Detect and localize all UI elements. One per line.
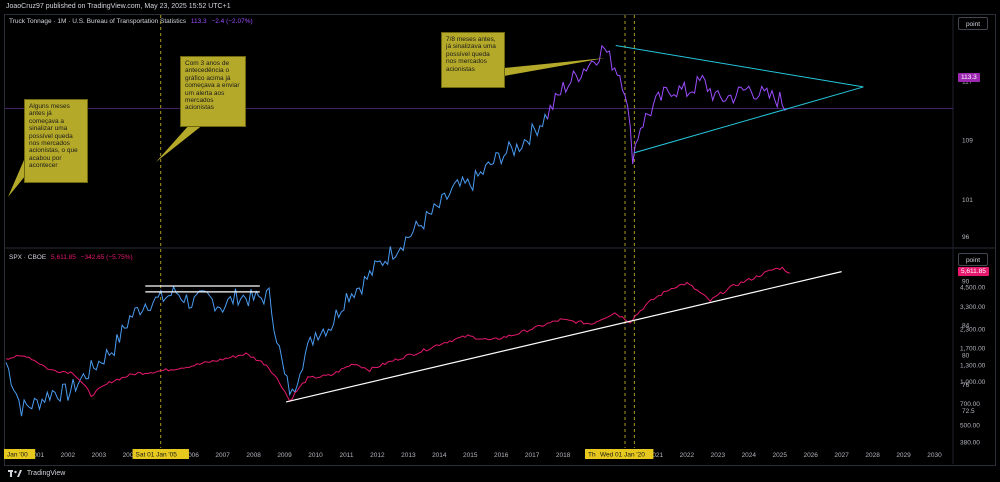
x-axis-label-2028: 2028 xyxy=(865,452,880,459)
x-axis-label-2018: 2018 xyxy=(556,452,571,459)
spx-y-tick-8: 380.00 xyxy=(960,440,980,447)
spx-y-tick-7: 500.00 xyxy=(960,422,980,429)
x-axis-label-2023: 2023 xyxy=(711,452,726,459)
annotation-note-2005[interactable]: Com 3 anos de antecedência o gráfico aci… xyxy=(180,56,246,127)
spx-y-tick-5: 1,000.00 xyxy=(960,379,986,386)
x-axis-label-2029: 2029 xyxy=(896,452,911,459)
x-axis-event-label-text-2: Th xyxy=(588,452,596,459)
annotation-note-2000[interactable]: Alguns meses antes já começava a sinaliz… xyxy=(24,99,88,183)
truck-y-tick-3: 101 xyxy=(962,197,973,204)
tradingview-brand: TradingView xyxy=(26,470,66,477)
spx-change: −342.65 (−5.75%) xyxy=(80,254,133,261)
x-axis-label-2013: 2013 xyxy=(401,452,416,459)
annotation-note-2020[interactable]: 7/8 meses antes, já sinalizava uma possí… xyxy=(441,32,505,88)
spx-price-tag: 5,611.85 xyxy=(958,267,989,276)
x-axis-label-2009: 2009 xyxy=(277,452,292,459)
spx-y-tick-1: 3,300.00 xyxy=(960,304,986,311)
annotation-pointer-2020 xyxy=(504,58,605,76)
truck-tonnage-title: Truck Tonnage · 1M · U.S. Bureau of Tran… xyxy=(9,18,187,25)
x-axis-event-label-3: Wed 01 Jan '20 xyxy=(597,449,654,459)
spx-legend[interactable]: SPX · CBOE 5,611.85 −342.65 (−5.75%) xyxy=(9,253,133,262)
x-axis-label-2010: 2010 xyxy=(308,452,323,459)
x-axis-event-label-text-1: Sat 01 Jan '05 xyxy=(136,452,178,459)
triangle-lower-line xyxy=(634,86,864,154)
x-axis-label-2024: 2024 xyxy=(742,452,757,459)
spx-title: SPX · CBOE xyxy=(9,254,47,261)
truck-tonnage-change: −2.4 (−2.07%) xyxy=(211,18,253,25)
truck-tonnage-legend[interactable]: Truck Tonnage · 1M · U.S. Bureau of Tran… xyxy=(9,17,253,26)
tradingview-logo-icon xyxy=(8,469,22,477)
spx-support-line xyxy=(285,271,842,403)
truck-y-tick-4: 96 xyxy=(962,234,970,241)
truck-price-tag: 113.3 xyxy=(958,73,980,82)
x-axis-event-label-text-3: Wed 01 Jan '20 xyxy=(600,452,645,459)
truck-tonnage-series-line-recent xyxy=(547,44,788,165)
x-axis-label-2002: 2002 xyxy=(61,452,76,459)
spx-scale-point-button[interactable]: point xyxy=(958,253,988,266)
truck-scale-point-button[interactable]: point xyxy=(958,17,988,30)
x-axis-label-2008: 2008 xyxy=(246,452,261,459)
x-axis-label-2026: 2026 xyxy=(803,452,818,459)
truck-y-tick-9: 72.5 xyxy=(962,408,975,415)
x-axis-label-2030: 2030 xyxy=(927,452,942,459)
x-axis-label-2027: 2027 xyxy=(834,452,849,459)
spx-y-tick-2: 2,300.00 xyxy=(960,327,986,334)
x-axis-label-2022: 2022 xyxy=(680,452,695,459)
x-axis-label-2003: 2003 xyxy=(92,452,107,459)
x-axis-label-2015: 2015 xyxy=(463,452,478,459)
x-axis-label-2007: 2007 xyxy=(215,452,230,459)
x-axis-label-2011: 2011 xyxy=(339,452,353,459)
triangle-upper-line xyxy=(615,44,864,88)
spx-y-tick-3: 1,700.00 xyxy=(960,346,986,353)
x-axis-event-label-2: Th xyxy=(585,449,599,459)
x-axis-label-2025: 2025 xyxy=(773,452,788,459)
truck-y-tick-2: 109 xyxy=(962,138,973,145)
annotation-pointer-2005 xyxy=(156,124,204,162)
tradingview-footer: TradingView xyxy=(0,466,1000,482)
truck-tonnage-last-value: 113.3 xyxy=(190,18,207,25)
spx-y-tick-6: 700.00 xyxy=(960,401,980,408)
x-axis-label-2014: 2014 xyxy=(432,452,447,459)
x-axis-label-2017: 2017 xyxy=(525,452,540,459)
x-axis-label-2016: 2016 xyxy=(494,452,509,459)
spx-series-line xyxy=(5,266,791,402)
spx-y-tick-4: 1,300.00 xyxy=(960,362,986,369)
truck-y-tick-7: 80 xyxy=(962,352,970,359)
x-axis-event-label-1: Sat 01 Jan '05 xyxy=(132,449,189,459)
spx-y-tick-0: 4,500.00 xyxy=(960,285,986,292)
x-axis-label-2012: 2012 xyxy=(370,452,385,459)
x-axis-event-label-text-0: Jan '00 xyxy=(7,452,28,459)
spx-last-value: 5,611.85 xyxy=(51,254,76,261)
x-axis-event-label-0: Jan '00 xyxy=(4,449,36,459)
